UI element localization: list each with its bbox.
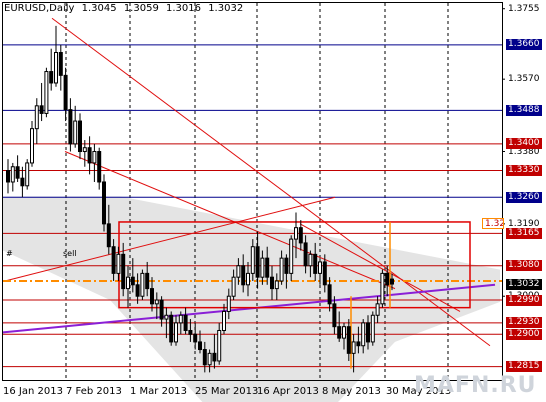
level-price-label: 1.3260 [506, 191, 542, 203]
plot-area-frame [2, 2, 503, 381]
price-tick-label: 1.3755 [508, 3, 540, 14]
level-price-label: 1.2930 [506, 317, 542, 329]
date-tick-label: 8 May 2013 [322, 386, 381, 397]
partial-price-label: 1.32 [482, 217, 504, 229]
date-tick-label: 25 Mar 2013 [195, 386, 259, 397]
price-tick-label: 1.3570 [508, 74, 540, 85]
symbol-label: EURUSD,Daily [4, 3, 75, 14]
date-tick-label: 7 Feb 2013 [66, 386, 122, 397]
open-value: 1.3045 [81, 3, 117, 14]
low-value: 1.3016 [166, 3, 201, 14]
annotation-hash: # [6, 249, 13, 258]
level-price-label: 1.2990 [506, 294, 542, 306]
price-chart: EURUSD,Daily 1.3045 1.3059 1.3016 1.3032… [0, 0, 546, 402]
level-price-label: 1.3080 [506, 260, 542, 272]
level-price-label: 1.3032 [506, 278, 542, 290]
level-price-label: 1.3165 [506, 227, 542, 239]
level-price-label: 1.3488 [506, 104, 542, 116]
date-tick-label: 16 Apr 2013 [257, 386, 319, 397]
date-tick-label: 16 Jan 2013 [3, 386, 63, 397]
level-price-label: 1.3400 [506, 138, 542, 150]
close-value: 1.3032 [208, 3, 244, 14]
chart-header: EURUSD,Daily 1.3045 1.3059 1.3016 1.3032 [4, 3, 247, 14]
level-price-label: 1.3660 [506, 39, 542, 51]
level-price-label: 1.3330 [506, 165, 542, 177]
high-value: 1.3059 [123, 3, 159, 14]
annotation-sell: sell [63, 249, 77, 258]
watermark-logo: MAFN.RU [414, 373, 537, 398]
level-price-label: 1.2900 [506, 328, 542, 340]
date-tick-label: 1 Mar 2013 [130, 386, 188, 397]
level-price-label: 1.2815 [506, 361, 542, 373]
